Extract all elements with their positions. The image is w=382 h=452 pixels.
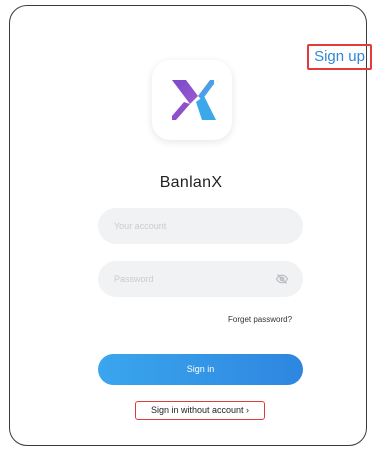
- sign-in-without-account-link[interactable]: Sign in without account ›: [135, 401, 265, 420]
- eye-off-icon[interactable]: [275, 272, 289, 286]
- app-name: BanlanX: [159, 174, 223, 191]
- guest-label: Sign in without account: [150, 405, 244, 415]
- app-logo: [152, 60, 232, 140]
- sign-up-link[interactable]: Sign up: [307, 44, 372, 70]
- forgot-password-link[interactable]: Forget password?: [228, 315, 292, 324]
- chevron-right-icon: ›: [246, 405, 250, 415]
- banlanx-logo-icon: [172, 80, 216, 120]
- password-input[interactable]: [114, 261, 274, 297]
- page: Sign up BanlanX Your account Forget pass…: [0, 0, 382, 452]
- sign-in-button[interactable]: Sign in: [98, 354, 303, 385]
- password-field[interactable]: [98, 261, 303, 297]
- account-field[interactable]: [98, 208, 303, 244]
- account-input[interactable]: [114, 208, 274, 244]
